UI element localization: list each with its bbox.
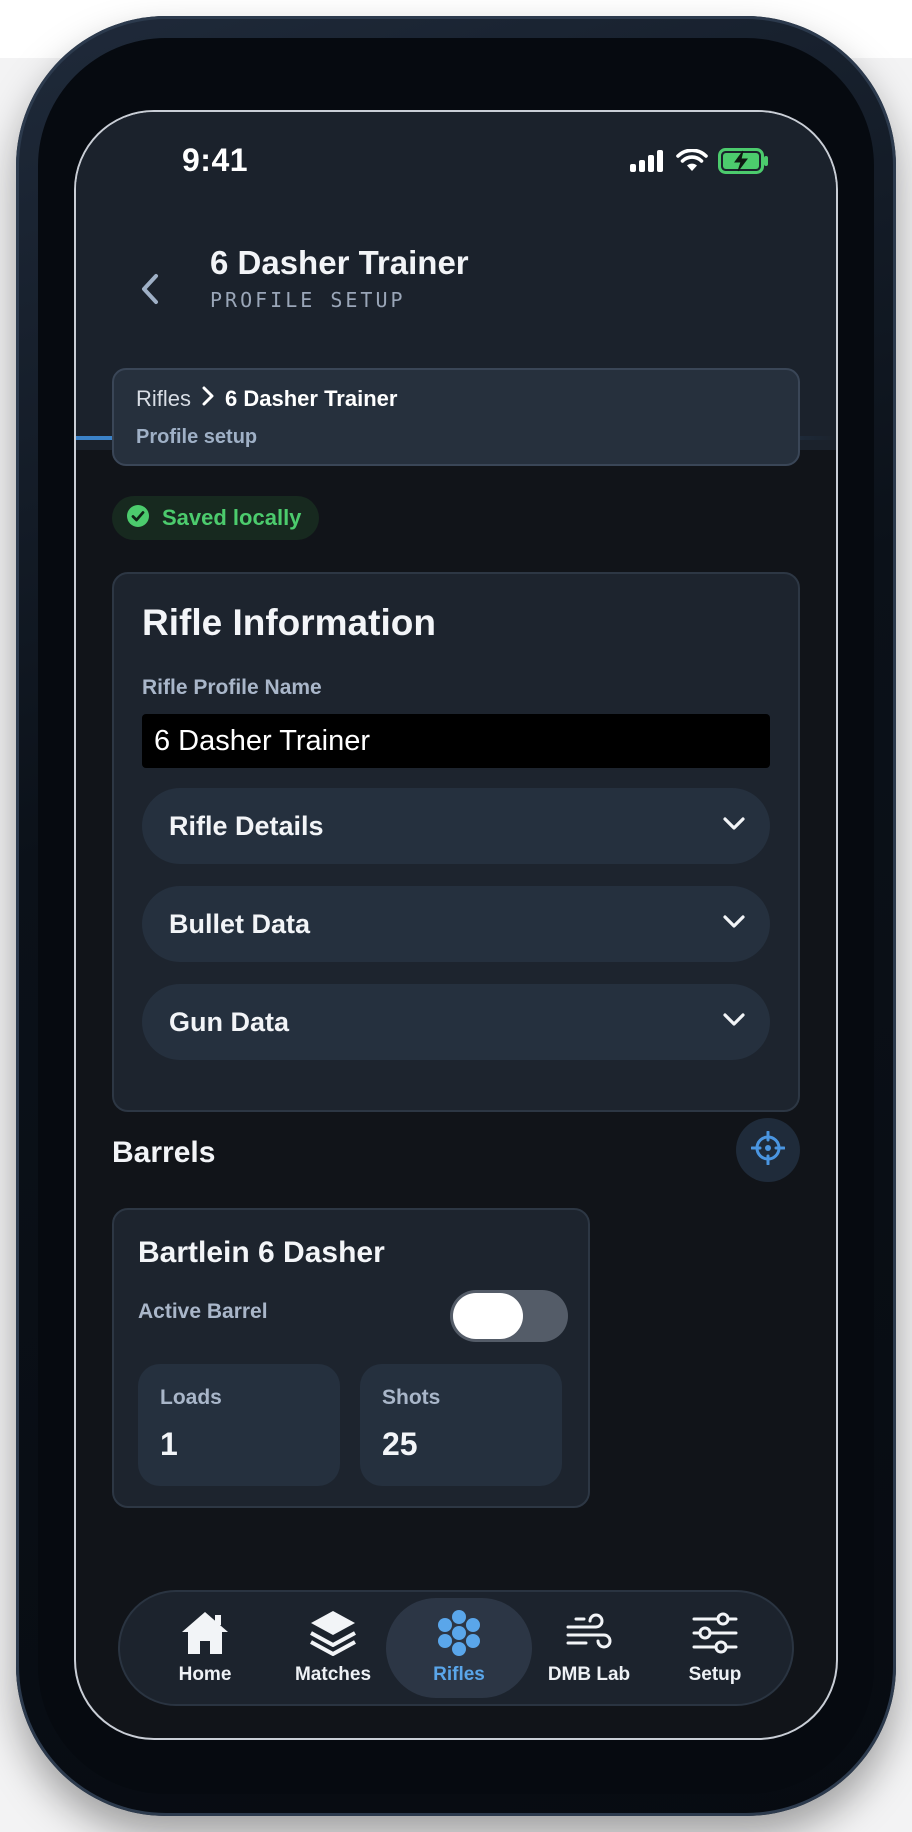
rifle-information-title: Rifle Information xyxy=(142,602,436,643)
tab-rifles-label: Rifles xyxy=(433,1664,485,1685)
loads-value: 1 xyxy=(160,1426,178,1462)
breadcrumb-row: Rifles 6 Dasher Trainer xyxy=(136,386,397,412)
crosshair-icon xyxy=(750,1130,786,1170)
home-icon xyxy=(178,1606,232,1660)
status-icons xyxy=(630,148,770,179)
sliders-icon xyxy=(688,1606,742,1660)
gun-data-accordion[interactable]: Gun Data xyxy=(142,984,770,1060)
loads-label: Loads xyxy=(160,1386,222,1409)
shots-value: 25 xyxy=(382,1426,418,1462)
battery-charging-icon xyxy=(718,148,770,179)
barrel-card[interactable]: Bartlein 6 Dasher Active Barrel Loads 1 … xyxy=(112,1208,590,1508)
breadcrumb: Rifles 6 Dasher Trainer Profile setup xyxy=(112,368,800,466)
gun-data-label: Gun Data xyxy=(169,1006,290,1037)
tab-setup[interactable]: Setup xyxy=(650,1598,780,1698)
loads-stat: Loads 1 xyxy=(138,1364,340,1486)
add-barrel-button[interactable] xyxy=(736,1118,800,1182)
tab-rifles[interactable]: Rifles xyxy=(386,1598,532,1698)
wifi-icon xyxy=(676,148,708,178)
save-status-badge: Saved locally xyxy=(112,496,320,540)
rifles-cluster-icon xyxy=(432,1606,486,1660)
bullet-data-accordion[interactable]: Bullet Data xyxy=(142,886,770,962)
shots-label: Shots xyxy=(382,1386,441,1409)
rifle-details-label: Rifle Details xyxy=(169,810,324,841)
rifle-profile-name-label: Rifle Profile Name xyxy=(142,676,322,699)
barrel-name: Bartlein 6 Dasher xyxy=(138,1236,385,1269)
save-status-label: Saved locally xyxy=(162,505,302,530)
status-bar: 9:41 xyxy=(76,112,836,212)
page-subtitle: PROFILE SETUP xyxy=(210,288,406,312)
breadcrumb-subtitle: Profile setup xyxy=(136,426,258,448)
tab-dmb-lab[interactable]: DMB Lab xyxy=(524,1598,654,1698)
tab-matches-label: Matches xyxy=(294,1664,372,1685)
breadcrumb-current: 6 Dasher Trainer xyxy=(225,386,398,411)
shots-stat: Shots 25 xyxy=(360,1364,562,1486)
rifle-profile-name-input[interactable] xyxy=(142,714,770,768)
breadcrumb-rifles-link[interactable]: Rifles xyxy=(136,386,191,412)
chevron-right-icon xyxy=(201,386,215,412)
bullet-data-label: Bullet Data xyxy=(169,908,311,939)
wind-icon xyxy=(562,1606,616,1660)
tab-bar: Home Matches Rifles DMB Lab Setup xyxy=(118,1590,794,1706)
layers-icon xyxy=(306,1606,360,1660)
chevron-down-icon xyxy=(722,1012,746,1033)
chevron-down-icon xyxy=(722,914,746,935)
tab-setup-label: Setup xyxy=(688,1664,742,1685)
rifle-information-card: Rifle Information Rifle Profile Name Rif… xyxy=(112,572,800,1112)
active-barrel-toggle[interactable] xyxy=(450,1290,568,1342)
phone-screen: 9:41 6 Dasher Trainer PROFILE SETUP Rifl… xyxy=(76,112,836,1738)
tab-home[interactable]: Home xyxy=(140,1598,270,1698)
back-button[interactable] xyxy=(128,264,172,318)
signal-icon xyxy=(630,150,666,177)
check-circle-icon xyxy=(126,504,150,533)
active-barrel-label: Active Barrel xyxy=(138,1300,268,1323)
tab-home-label: Home xyxy=(178,1664,232,1685)
tab-dmb-lab-label: DMB Lab xyxy=(547,1664,631,1685)
toggle-knob xyxy=(453,1293,523,1339)
page-title: 6 Dasher Trainer xyxy=(210,244,469,281)
rifle-details-accordion[interactable]: Rifle Details xyxy=(142,788,770,864)
chevron-down-icon xyxy=(722,816,746,837)
barrels-section-title: Barrels xyxy=(112,1136,216,1169)
chevron-left-icon xyxy=(139,272,161,311)
tab-matches[interactable]: Matches xyxy=(268,1598,398,1698)
status-time: 9:41 xyxy=(182,142,249,178)
